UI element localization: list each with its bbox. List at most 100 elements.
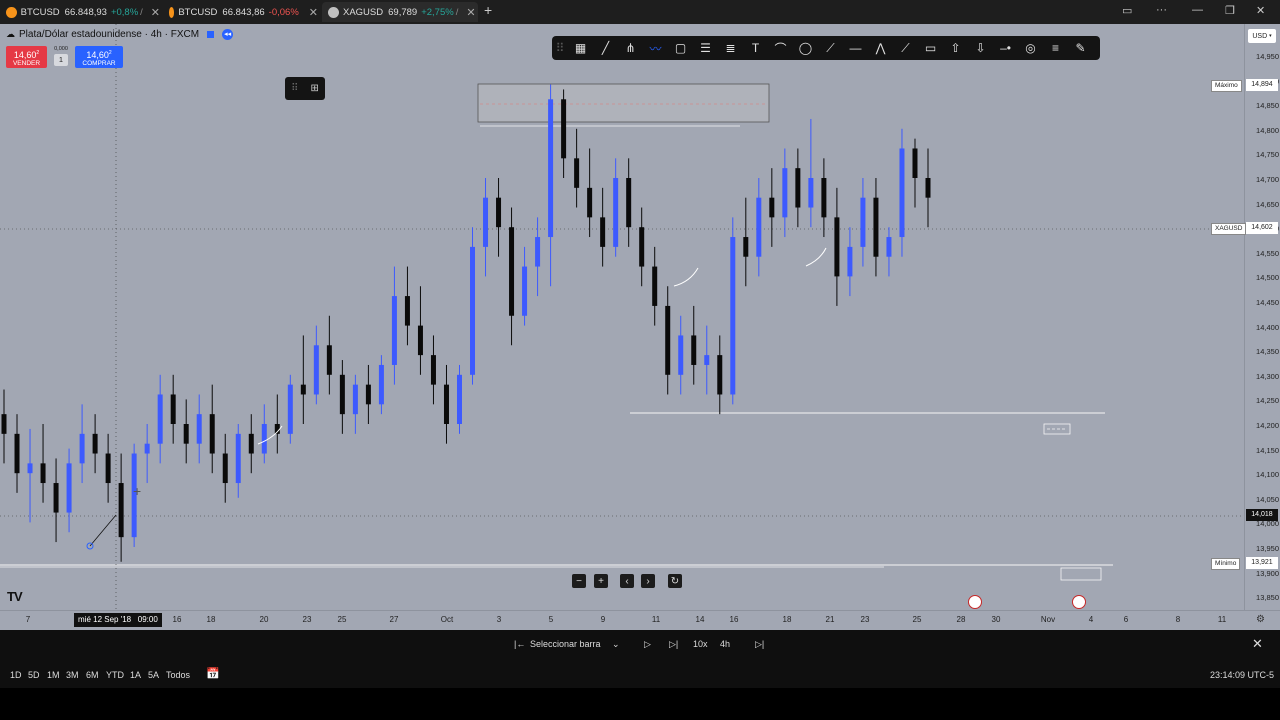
- tab-symbol: BTCUSD: [20, 6, 60, 18]
- callout-icon[interactable]: ▭: [918, 36, 943, 60]
- fib-extension-icon[interactable]: ≣: [718, 36, 743, 60]
- select-bar-label[interactable]: Seleccionar barra: [530, 639, 601, 649]
- price-tick-label: 14,800: [1256, 125, 1279, 135]
- price-tick-label: 14,300: [1256, 371, 1279, 381]
- price-tick-label: 13,850: [1256, 593, 1279, 603]
- range-button-5d[interactable]: 5D: [28, 670, 40, 680]
- brush-icon[interactable]: ✎: [1068, 36, 1093, 60]
- grid-icon[interactable]: ▦: [568, 36, 593, 60]
- scroll-right-button[interactable]: ›: [641, 574, 655, 588]
- arrow-up-icon[interactable]: ⇧: [943, 36, 968, 60]
- price-tick-label: 14,450: [1256, 298, 1279, 307]
- pitchfork-icon[interactable]: ⋔: [618, 36, 643, 60]
- arrow-down-icon[interactable]: ⇩: [968, 36, 993, 60]
- candle-body: [847, 246, 853, 277]
- fib-retracement-icon[interactable]: ☰: [693, 36, 718, 60]
- price-tick-label: 14,100: [1256, 470, 1279, 480]
- more-dots-button[interactable]: ···: [1156, 4, 1167, 16]
- zoom-out-button[interactable]: −: [572, 574, 586, 588]
- scroll-left-button[interactable]: ‹: [620, 574, 634, 588]
- forecast-icon[interactable]: ⟋: [893, 36, 918, 60]
- tab-suffix: /: [455, 6, 459, 18]
- object-tree-widget[interactable]: ⠿ ⊞: [285, 77, 325, 100]
- candle-body: [769, 197, 775, 218]
- toolbar-drag-icon[interactable]: ⠿: [552, 36, 568, 60]
- candle-body: [782, 168, 788, 218]
- zoom-in-button[interactable]: +: [594, 574, 608, 588]
- close-tab-icon[interactable]: ✕: [309, 6, 318, 19]
- coin-icon: [328, 6, 339, 18]
- footer: [0, 688, 1280, 720]
- range-button-1a[interactable]: 1A: [130, 670, 141, 680]
- candle-body: [613, 178, 619, 247]
- range-button-1d[interactable]: 1D: [10, 670, 22, 680]
- close-tab-icon[interactable]: ✕: [151, 6, 160, 19]
- path-icon[interactable]: ⟋: [818, 36, 843, 60]
- us-flag-event-icon[interactable]: [1072, 595, 1086, 609]
- rectangle-icon[interactable]: ▢: [668, 36, 693, 60]
- interval-button[interactable]: 4h: [720, 639, 730, 649]
- time-tick-label: 25: [912, 615, 922, 624]
- candle-body: [196, 414, 202, 444]
- jump-to-realtime-icon[interactable]: ▷|: [755, 639, 764, 650]
- text-icon[interactable]: T: [743, 36, 768, 60]
- candle-body: [352, 384, 358, 415]
- tradingview-logo[interactable]: TV: [7, 589, 23, 604]
- target-icon[interactable]: ◎: [1018, 36, 1043, 60]
- horizontal-line-icon[interactable]: —: [843, 36, 868, 60]
- pattern-icon[interactable]: ⋀: [868, 36, 893, 60]
- browser-tab[interactable]: BTCUSD 66.843,86 -0,06% ✕: [163, 2, 318, 22]
- currency-button[interactable]: USD ▾: [1248, 29, 1276, 43]
- range-button-3m[interactable]: 3M: [66, 670, 79, 680]
- grid-icon[interactable]: ⊞: [311, 83, 319, 94]
- browser-tab[interactable]: XAGUSD 69,789 +2,75% / ✕: [322, 2, 478, 22]
- buy-button[interactable]: 14,602 COMPRAR: [75, 46, 123, 68]
- browser-tab[interactable]: BTCUSD 66.848,93 +0,8% / ✕: [0, 2, 160, 22]
- trend-line-icon[interactable]: ╱: [593, 36, 618, 60]
- range-button-ytd[interactable]: YTD: [106, 670, 124, 680]
- speed-button[interactable]: 10x: [693, 639, 708, 649]
- play-icon[interactable]: ▷: [644, 639, 651, 650]
- settings-gear-icon[interactable]: ⚙: [1256, 614, 1265, 625]
- time-axis[interactable]: 7 16 18 20 23 25 27 Oct 3 5 9 11 14 16 18 21 23 25 28 30 Nov…: [0, 595, 1280, 631]
- us-flag-event-icon[interactable]: [968, 595, 982, 609]
- price-axis[interactable]: USD ▾ 14,95014,90014,85014,80014,75014,7…: [1244, 24, 1280, 610]
- price-tick-label: 14,250: [1256, 396, 1279, 406]
- menu-icon[interactable]: ≡: [1043, 36, 1068, 60]
- candle-body: [535, 237, 541, 267]
- candle-body: [730, 237, 736, 395]
- restore-button[interactable]: ❐: [1225, 4, 1235, 17]
- symbol-header[interactable]: ☁ Plata/Dólar estadounidense · 4h · FXCM…: [6, 29, 234, 40]
- calendar-icon[interactable]: 📅: [206, 667, 220, 680]
- drag-handle-icon[interactable]: ⠿: [291, 83, 298, 94]
- sell-button[interactable]: 14,602 VENDER: [6, 46, 47, 68]
- window-close-button[interactable]: ✕: [1256, 4, 1265, 17]
- price-tick-label: 14,750: [1256, 150, 1279, 160]
- candle-body: [756, 197, 762, 257]
- chevron-down-icon[interactable]: ⌄: [612, 639, 620, 650]
- range-button-1m[interactable]: 1M: [47, 670, 60, 680]
- close-tab-icon[interactable]: ✕: [466, 6, 475, 19]
- select-bar-icon[interactable]: |←: [514, 639, 525, 649]
- minimize-button[interactable]: —: [1192, 4, 1203, 16]
- range-button-5a[interactable]: 5A: [148, 670, 159, 680]
- candle-body: [587, 187, 593, 218]
- zigzag-icon[interactable]: 〰: [643, 36, 668, 60]
- label-box-2: [1060, 567, 1102, 581]
- curve-icon[interactable]: ⌒: [768, 36, 793, 60]
- ray-icon[interactable]: –•: [993, 36, 1018, 60]
- close-replay-icon[interactable]: ✕: [1252, 636, 1263, 652]
- step-forward-icon[interactable]: ▷|: [669, 639, 678, 650]
- range-button-todos[interactable]: Todos: [166, 670, 190, 680]
- time-tick-label: 11: [651, 615, 661, 624]
- candlestick-chart[interactable]: +: [0, 24, 1244, 610]
- clock[interactable]: 23:14:09 UTC-5: [1210, 670, 1274, 680]
- ellipse-icon[interactable]: ◯: [793, 36, 818, 60]
- chart-pane[interactable]: + ☁ Plata/Dólar estadounidense · 4h · FX…: [0, 24, 1244, 610]
- new-tab-button[interactable]: +: [484, 2, 492, 18]
- range-button-6m[interactable]: 6M: [86, 670, 99, 680]
- reset-chart-button[interactable]: ↻: [668, 574, 682, 588]
- layout-icon[interactable]: ▭: [1122, 4, 1132, 17]
- collapse-icon[interactable]: ◂◂: [222, 29, 234, 40]
- candle-body: [378, 364, 384, 405]
